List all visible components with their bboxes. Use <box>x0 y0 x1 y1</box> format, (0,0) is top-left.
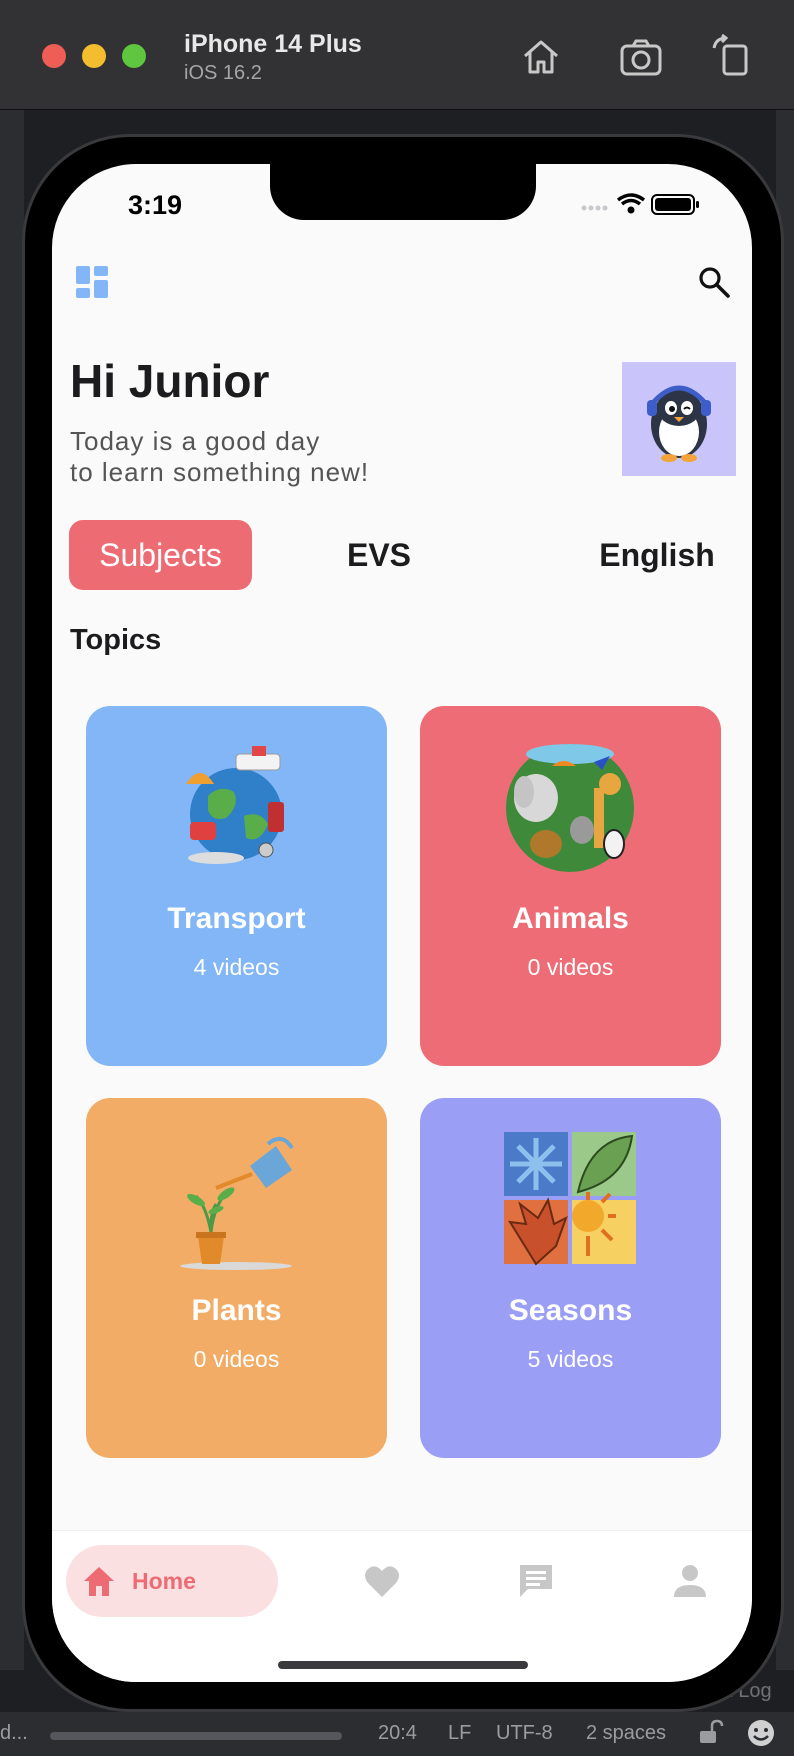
greeting-subtitle: Today is a good day to learn something n… <box>70 426 490 488</box>
os-version: iOS 16.2 <box>184 62 262 84</box>
topic-card-seasons[interactable]: Seasons 5 videos <box>420 1098 721 1458</box>
topic-card-animals[interactable]: Animals 0 videos <box>420 706 721 1066</box>
tab-subjects[interactable]: Subjects <box>69 520 252 590</box>
close-window-button[interactable] <box>42 44 66 68</box>
greeting-title: Hi Junior <box>70 355 270 407</box>
seasons-four-quadrant-icon <box>490 1118 650 1278</box>
home-indicator[interactable] <box>278 1661 528 1669</box>
status-time: 3:19 <box>128 190 183 220</box>
topic-title: Transport <box>167 902 306 935</box>
tab-evs[interactable]: EVS <box>314 520 444 590</box>
app-screen: 3:19 Hi Junior Today is a good day to le… <box>52 164 752 1682</box>
indent-setting[interactable]: 2 spaces <box>586 1722 666 1745</box>
signal-icon <box>581 205 608 211</box>
ide-horizontal-scrollbar[interactable] <box>50 1732 342 1740</box>
animals-jungle-icon <box>490 726 650 886</box>
plant-watering-can-icon <box>156 1118 316 1278</box>
topic-video-count: 4 videos <box>193 954 280 980</box>
home-icon <box>84 1567 114 1596</box>
ide-left-panel <box>0 110 24 1670</box>
ide-status-bar: d... 20:4 LF UTF-8 2 spaces <box>0 1712 794 1756</box>
transport-globe-icon <box>156 726 316 886</box>
line-ending[interactable]: LF <box>448 1722 471 1745</box>
file-encoding[interactable]: UTF-8 <box>496 1722 553 1745</box>
topic-title: Animals <box>512 902 629 935</box>
nav-item-home[interactable]: Home <box>66 1545 278 1617</box>
unlock-icon[interactable] <box>696 1718 724 1746</box>
section-title: Topics <box>70 624 162 656</box>
nav-item-profile[interactable] <box>670 1561 710 1601</box>
feedback-smile-icon[interactable] <box>746 1718 776 1748</box>
topic-title: Seasons <box>508 1294 633 1327</box>
nav-item-messages[interactable] <box>516 1561 556 1601</box>
person-icon <box>674 1565 706 1597</box>
device-name: iPhone 14 Plus <box>184 30 362 58</box>
nav-item-favorites[interactable] <box>362 1561 402 1601</box>
topic-card-transport[interactable]: Transport 4 videos <box>86 706 387 1066</box>
topic-video-count: 0 videos <box>193 1346 280 1372</box>
wifi-icon <box>616 193 646 214</box>
topic-video-count: 5 videos <box>527 1346 614 1372</box>
notch <box>270 164 536 220</box>
subtitle-line-2: to learn something new! <box>70 457 370 487</box>
ide-status-left: d... <box>0 1722 28 1744</box>
topic-card-plants[interactable]: Plants 0 videos <box>86 1098 387 1458</box>
battery-icon <box>651 194 699 215</box>
profile-avatar[interactable] <box>622 362 736 476</box>
simulator-title-bar: iPhone 14 Plus iOS 16.2 <box>0 0 794 110</box>
dashboard-menu-icon[interactable] <box>74 264 110 300</box>
minimize-window-button[interactable] <box>82 44 106 68</box>
status-icons <box>580 190 710 218</box>
subtitle-line-1: Today is a good day <box>70 426 321 456</box>
rotate-device-icon[interactable] <box>708 33 754 80</box>
penguin-avatar-icon <box>647 385 711 462</box>
chat-icon <box>520 1565 552 1597</box>
home-button-icon[interactable] <box>518 34 564 80</box>
tab-english[interactable]: English <box>562 520 752 590</box>
bottom-navigation: Home <box>52 1530 752 1682</box>
heart-icon <box>365 1566 399 1597</box>
topic-title: Plants <box>191 1294 282 1327</box>
nav-home-label: Home <box>132 1567 196 1594</box>
cursor-position[interactable]: 20:4 <box>378 1722 417 1745</box>
screenshot-camera-icon[interactable] <box>618 34 664 80</box>
search-icon[interactable] <box>696 264 732 300</box>
zoom-window-button[interactable] <box>122 44 146 68</box>
topic-video-count: 0 videos <box>527 954 614 980</box>
